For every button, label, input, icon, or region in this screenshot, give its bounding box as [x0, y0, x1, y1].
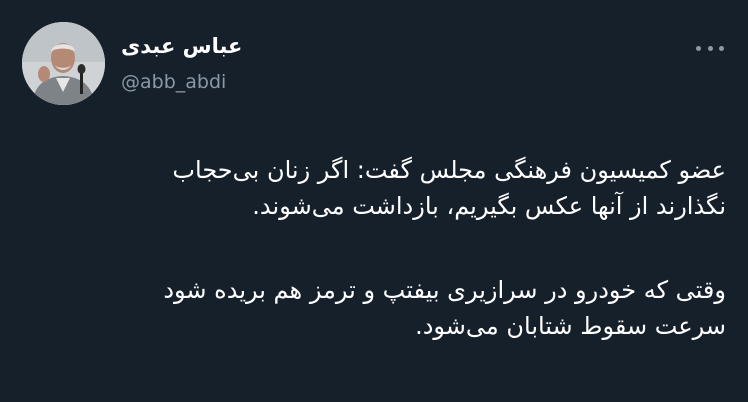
tweet-line: نگذارند از آنها عکس بگیریم، بازداشت می‌ش…: [252, 192, 726, 220]
author-display-name[interactable]: عباس عبدی: [121, 34, 242, 58]
avatar[interactable]: [22, 22, 105, 105]
tweet-card: عباس عبدی @abb_abdi عضو کمیسیون فرهنگی م…: [0, 0, 748, 402]
tweet-line: سرعت سقوط شتابان می‌شود.: [415, 312, 726, 340]
tweet-line: وقتی که خودرو در سرازیری بیفتپ و ترمز هم…: [163, 276, 726, 304]
more-horizontal-icon: [707, 45, 713, 51]
tweet-paragraph: وقتی که خودرو در سرازیری بیفتپ و ترمز هم…: [22, 272, 726, 344]
more-horizontal-icon: [719, 45, 724, 51]
tweet-line: عضو کمیسیون فرهنگی مجلس گفت: اگر زنان بی…: [172, 156, 726, 184]
avatar-photo: [22, 22, 105, 105]
more-options-button[interactable]: [696, 38, 724, 58]
author-handle[interactable]: @abb_abdi: [121, 71, 226, 93]
more-horizontal-icon: [696, 45, 701, 51]
tweet-paragraph: عضو کمیسیون فرهنگی مجلس گفت: اگر زنان بی…: [22, 152, 726, 224]
tweet-text: عضو کمیسیون فرهنگی مجلس گفت: اگر زنان بی…: [22, 152, 726, 344]
